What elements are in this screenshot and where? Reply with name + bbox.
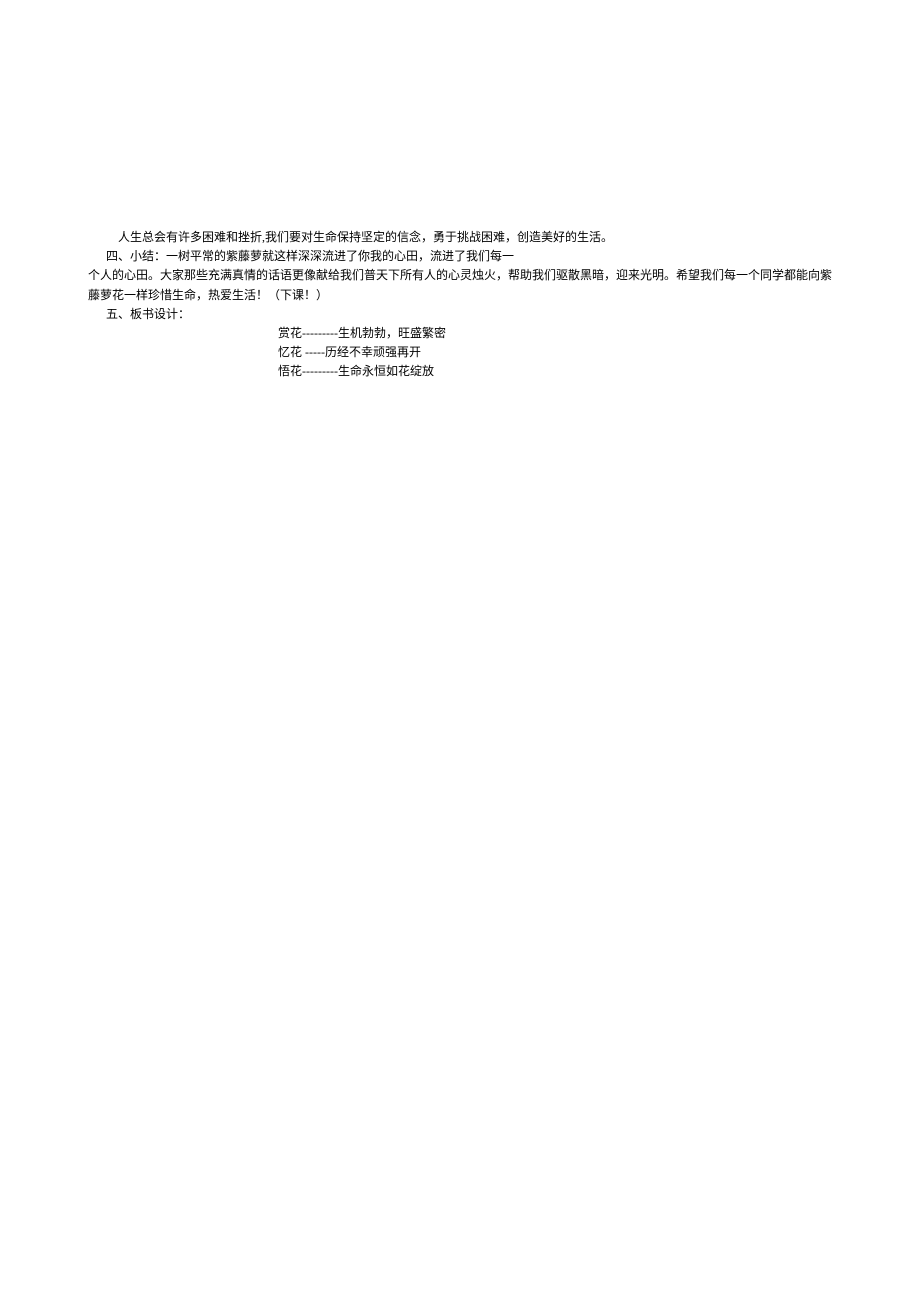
text-line: 五、板书设计：	[106, 307, 190, 321]
text-line: 四、小结：一树平常的紫藤萝就这样深深流进了你我的心田，流进了我们每一	[106, 249, 514, 263]
board-line-2: 忆花 -----历经不幸顽强再开	[278, 343, 832, 362]
board-design-block: 赏花---------生机勃勃，旺盛繁密 忆花 -----历经不幸顽强再开 悟花…	[88, 324, 832, 382]
board-line-1: 赏花---------生机勃勃，旺盛繁密	[278, 324, 832, 343]
text-line: 个人的心田。大家那些充满真情的话语更像献给我们普天下所有人的心灵烛火，帮助我们驱…	[88, 268, 832, 301]
paragraph-section-five-heading: 五、板书设计：	[88, 305, 832, 324]
paragraph-life-challenges: 人生总会有许多困难和挫折,我们要对生命保持坚定的信念，勇于挑战困难，创造美好的生…	[88, 228, 832, 247]
paragraph-section-four-summary-continue: 个人的心田。大家那些充满真情的话语更像献给我们普天下所有人的心灵烛火，帮助我们驱…	[88, 266, 832, 304]
text-line: 人生总会有许多困难和挫折,我们要对生命保持坚定的信念，勇于挑战困难，创造美好的生…	[118, 230, 613, 244]
paragraph-section-four-summary-start: 四、小结：一树平常的紫藤萝就这样深深流进了你我的心田，流进了我们每一	[88, 247, 832, 266]
document-body: 人生总会有许多困难和挫折,我们要对生命保持坚定的信念，勇于挑战困难，创造美好的生…	[88, 228, 832, 382]
board-line-3: 悟花---------生命永恒如花绽放	[278, 362, 832, 381]
